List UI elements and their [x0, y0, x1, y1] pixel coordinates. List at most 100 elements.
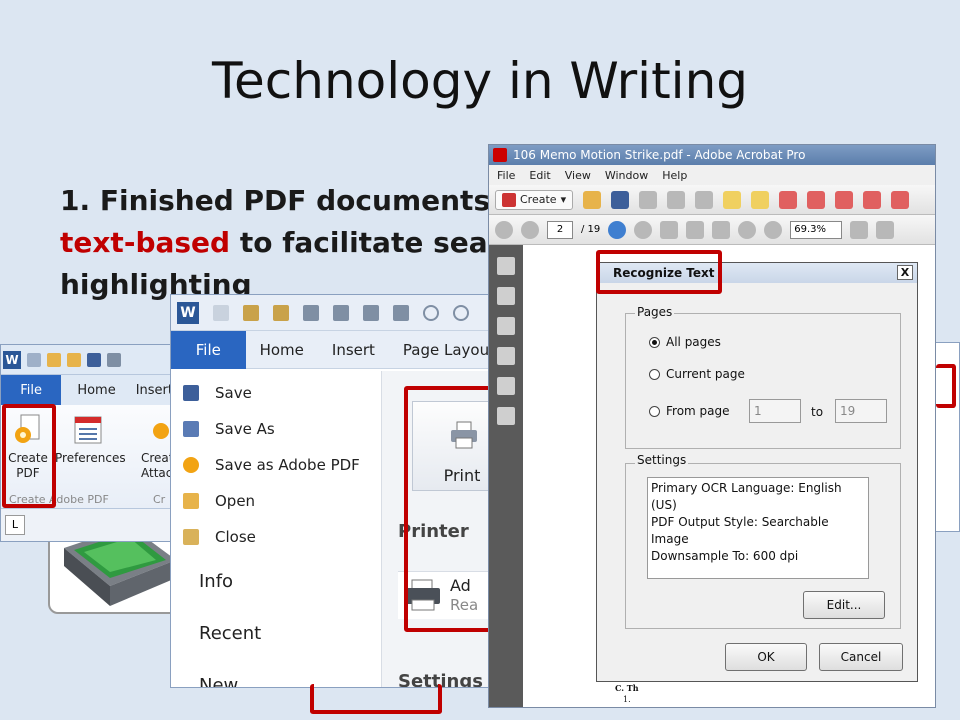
navigation-pane: [489, 245, 523, 707]
open-icon[interactable]: [583, 190, 602, 209]
menu-recent[interactable]: Recent: [171, 607, 381, 659]
bullet-line-1: 1. Finished PDF documents: [60, 184, 491, 217]
menu-info[interactable]: Info: [171, 555, 381, 607]
signatures-icon[interactable]: [497, 377, 515, 395]
settings-legend: Settings: [635, 453, 689, 467]
to-label: to: [811, 405, 824, 419]
rectangle-icon[interactable]: [835, 190, 854, 209]
tab-insert[interactable]: Insert: [318, 341, 389, 359]
forward-icon[interactable]: [634, 220, 653, 239]
open-folder-icon[interactable]: [47, 352, 61, 367]
highlight-create-pdf: [2, 404, 56, 508]
ok-button[interactable]: OK: [725, 643, 807, 671]
comment-icon[interactable]: [723, 190, 742, 209]
new-doc-icon[interactable]: [213, 304, 229, 321]
group-label-cr: Cr: [153, 493, 166, 506]
next-page-icon[interactable]: [521, 220, 539, 239]
strikethrough-icon[interactable]: [891, 190, 910, 209]
close-folder-icon: [183, 529, 199, 545]
zoom-input[interactable]: 69.3%: [790, 220, 843, 239]
highlight-print-pane: [404, 386, 500, 632]
chevron-down-icon: ▾: [560, 193, 567, 206]
radio-from-page[interactable]: From page: [649, 404, 730, 418]
backstage-menu: Save Save As Save as Adobe PDF Open Clos…: [171, 371, 381, 687]
undo-icon[interactable]: [423, 304, 439, 321]
acrobat-logo-icon: [493, 148, 507, 162]
highlight-tool-icon[interactable]: [751, 190, 770, 209]
content-icon[interactable]: [497, 407, 515, 425]
email-icon[interactable]: [333, 304, 349, 321]
bookmarks-icon[interactable]: [497, 287, 515, 305]
save-icon[interactable]: [303, 304, 319, 321]
cancel-button[interactable]: Cancel: [819, 643, 903, 671]
menu-close[interactable]: Close: [171, 519, 381, 555]
textbox-icon[interactable]: [779, 190, 798, 209]
highlight-recognize-text-title: [596, 250, 722, 294]
recognize-text-dialog: Recognize Text X Pages All pages Current…: [596, 262, 918, 682]
menu-file[interactable]: File: [497, 169, 515, 182]
pdf-outline-line: 2.: [623, 707, 631, 708]
preferences-button[interactable]: Preferences: [55, 413, 126, 466]
ruler: L: [1, 509, 189, 541]
marquee-zoom-icon[interactable]: [712, 220, 731, 239]
bullet-line-2-rest: to facilitate searches: [239, 226, 530, 259]
menu-edit[interactable]: Edit: [529, 169, 550, 182]
redo-icon[interactable]: [453, 304, 469, 321]
save-icon[interactable]: [611, 190, 630, 209]
menu-view[interactable]: View: [565, 169, 591, 182]
folder-icon[interactable]: [67, 352, 81, 367]
tab-file[interactable]: File: [171, 330, 246, 369]
attachments-icon[interactable]: [497, 317, 515, 335]
print-icon[interactable]: [639, 190, 658, 209]
tab-file[interactable]: File: [1, 375, 62, 405]
print-preview-icon[interactable]: [107, 352, 121, 367]
word-logo-icon: W: [3, 350, 21, 369]
folder-icon[interactable]: [273, 304, 289, 321]
save-icon: [183, 385, 199, 401]
select-tool-icon[interactable]: [660, 220, 679, 239]
tab-stop-selector[interactable]: L: [5, 515, 25, 535]
menu-window[interactable]: Window: [605, 169, 648, 182]
ocr-settings-summary: Primary OCR Language: English (US) PDF O…: [647, 477, 869, 579]
fit-width-icon[interactable]: [876, 220, 895, 239]
from-page-input[interactable]: 1: [749, 399, 801, 423]
create-button[interactable]: Create ▾: [495, 189, 574, 210]
tab-home[interactable]: Home: [246, 341, 318, 359]
layers-icon[interactable]: [497, 347, 515, 365]
line-icon[interactable]: [863, 190, 882, 209]
menu-help[interactable]: Help: [662, 169, 687, 182]
highlight-bottom-fragment: [310, 684, 442, 714]
slide-title: Technology in Writing: [211, 52, 748, 110]
setting-ocr-language: Primary OCR Language: English (US): [651, 481, 842, 512]
menu-open[interactable]: Open: [171, 483, 381, 519]
pages-group: [625, 313, 901, 449]
edit-button[interactable]: Edit...: [803, 591, 885, 619]
tab-home[interactable]: Home: [61, 375, 131, 405]
menu-save[interactable]: Save: [171, 375, 381, 411]
print-preview-icon[interactable]: [393, 304, 409, 321]
zoom-out-icon[interactable]: [738, 220, 757, 239]
print-icon[interactable]: [363, 304, 379, 321]
gear-icon[interactable]: [695, 190, 714, 209]
bullet-highlight-text-based: text-based: [60, 226, 231, 259]
close-button[interactable]: X: [897, 265, 913, 280]
open-folder-icon[interactable]: [243, 304, 259, 321]
to-page-input[interactable]: 19: [835, 399, 887, 423]
new-doc-icon[interactable]: [27, 352, 41, 367]
menu-save-as[interactable]: Save As: [171, 411, 381, 447]
callout-icon[interactable]: [807, 190, 826, 209]
menu-save-as-adobe-pdf[interactable]: Save as Adobe PDF: [171, 447, 381, 483]
fit-page-icon[interactable]: [850, 220, 869, 239]
quick-access-toolbar: W: [1, 345, 189, 375]
prev-page-icon[interactable]: [495, 220, 513, 239]
radio-current-page[interactable]: Current page: [649, 367, 745, 381]
email-icon[interactable]: [667, 190, 686, 209]
save-icon[interactable]: [87, 352, 101, 367]
acrobat-menubar: File Edit View Window Help: [489, 165, 935, 185]
back-icon[interactable]: [608, 220, 627, 239]
hand-tool-icon[interactable]: [686, 220, 705, 239]
page-number-input[interactable]: 2: [547, 220, 573, 239]
pages-icon[interactable]: [497, 257, 515, 275]
zoom-in-icon[interactable]: [764, 220, 783, 239]
radio-all-pages[interactable]: All pages: [649, 335, 721, 349]
